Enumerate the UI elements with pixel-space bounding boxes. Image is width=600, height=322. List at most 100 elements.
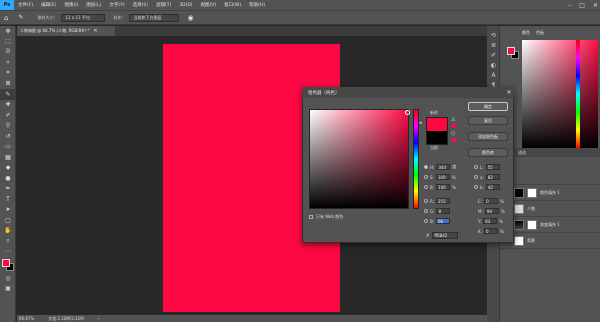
layer-row[interactable]: ◉ 颜色填充 1 [500, 186, 600, 201]
b-input[interactable]: 42 [485, 184, 500, 190]
history-brush-icon[interactable]: ↺ [0, 131, 16, 142]
menu-select[interactable]: 选择(S) [129, 2, 152, 8]
ok-button[interactable]: 确定 [468, 102, 508, 111]
dialog-close-icon[interactable]: ✕ [504, 87, 514, 98]
path-select-icon[interactable]: ➤ [0, 205, 16, 216]
color-swatches[interactable] [0, 257, 16, 273]
menu-layer[interactable]: 图层(L) [82, 2, 105, 8]
color-libraries-button[interactable]: 颜色库 [468, 148, 508, 157]
tab-channels[interactable]: 通道 [518, 150, 526, 156]
hue-radio[interactable] [424, 165, 428, 169]
brush-settings-icon[interactable]: ✐ [487, 50, 500, 60]
panel-foreground-swatch[interactable] [507, 47, 515, 55]
menu-help[interactable]: 帮助(H) [245, 2, 269, 8]
healing-brush-icon[interactable]: ✚ [0, 100, 16, 111]
black-input[interactable]: 0 [483, 228, 498, 234]
zoom-level[interactable]: 66.67% [19, 316, 34, 321]
blur-tool-icon[interactable]: ◆ [0, 163, 16, 174]
quick-mask-icon[interactable]: ◎ [0, 273, 16, 284]
brush-tool-icon[interactable]: ✐ [0, 110, 16, 121]
layer-row[interactable]: ◉ 渐变填充 1 [500, 218, 600, 233]
type-tool-icon[interactable]: T [0, 194, 16, 205]
color-field-cursor[interactable] [405, 110, 410, 115]
panel-fg-bg-swatches[interactable] [506, 46, 521, 61]
adjustments-icon[interactable]: ◐ [487, 60, 500, 70]
dodge-tool-icon[interactable]: ● [0, 173, 16, 184]
zoom-tool-icon[interactable]: ⌕ [0, 236, 16, 247]
color-panel-field[interactable] [522, 40, 598, 148]
lightness-input[interactable]: 55 [485, 164, 500, 170]
hue-input[interactable]: 344 [436, 164, 451, 170]
home-icon[interactable]: ⌂ [4, 14, 8, 22]
eyedropper-icon[interactable]: ✎ [18, 14, 23, 21]
layer-name[interactable]: 渐变填充 1 [540, 222, 560, 228]
web-colors-only[interactable]: 只有 Web 颜色 [309, 214, 343, 220]
web-colors-checkbox[interactable] [309, 215, 313, 219]
a-input[interactable]: 82 [485, 174, 500, 180]
web-safe-cube-icon[interactable]: ⬡ [451, 131, 455, 137]
green-radio[interactable] [424, 209, 428, 213]
eyedropper-tool-icon[interactable]: ✎ [0, 89, 16, 100]
hand-tool-icon[interactable]: ✋ [0, 226, 16, 237]
cyan-input[interactable]: 0 [484, 198, 499, 204]
hue-slider-arrow-icon[interactable]: ◂ [419, 120, 422, 126]
status-arrow-icon[interactable]: › [98, 316, 100, 321]
close-icon[interactable]: ✕ [593, 2, 598, 9]
saturation-radio[interactable] [424, 175, 428, 179]
history-icon[interactable]: ⟲ [487, 30, 500, 40]
gamut-correction-swatch[interactable] [452, 124, 456, 128]
menu-3d[interactable]: 3D(D) [175, 3, 196, 8]
menu-file[interactable]: 文件(F) [14, 2, 37, 8]
lightness-radio[interactable] [474, 165, 478, 169]
blue-input[interactable]: 66 [436, 218, 451, 224]
crop-tool-icon[interactable]: ⌗ [0, 68, 16, 79]
layer-name[interactable]: 人物 [527, 206, 535, 212]
add-to-swatches-button[interactable]: 添加到色板 [468, 132, 508, 141]
b-radio[interactable] [474, 185, 478, 189]
show-ring-icon[interactable]: ◉ [187, 14, 193, 22]
tab-swatches[interactable]: 色板 [536, 30, 544, 36]
out-of-gamut-warning-icon[interactable]: ⚠ [451, 117, 455, 123]
sample-select[interactable]: 当前和下方图层 [129, 13, 180, 22]
color-field[interactable] [309, 109, 409, 209]
eraser-tool-icon[interactable]: ▭ [0, 142, 16, 153]
menu-edit[interactable]: 编辑(E) [37, 2, 60, 8]
more-tools-icon[interactable]: ⋯ [0, 247, 16, 258]
screen-mode-icon[interactable]: ▣ [0, 284, 16, 295]
move-tool-icon[interactable]: ✥ [0, 26, 16, 37]
brightness-input[interactable]: 100 [436, 184, 451, 190]
saturation-input[interactable]: 100 [435, 174, 450, 180]
yellow-input[interactable]: 63 [483, 218, 498, 224]
hex-input[interactable]: ff0842 [432, 232, 459, 239]
character-icon[interactable]: A [487, 70, 500, 80]
menu-image[interactable]: 图像(I) [60, 2, 82, 8]
blue-radio[interactable] [424, 219, 428, 223]
lasso-tool-icon[interactable]: ᘐ [0, 47, 16, 58]
web-safe-swatch[interactable] [452, 138, 456, 142]
pen-tool-icon[interactable]: ✒ [0, 184, 16, 195]
menu-window[interactable]: 窗口(W) [220, 2, 245, 8]
tab-close-icon[interactable]: ✕ [93, 28, 97, 34]
menu-view[interactable]: 视图(V) [197, 2, 221, 8]
tab-color[interactable]: 颜色 [522, 30, 530, 36]
red-radio[interactable] [424, 199, 428, 203]
properties-icon[interactable]: ≣ [487, 40, 500, 50]
marquee-tool-icon[interactable]: ⬚ [0, 37, 16, 48]
layer-row[interactable]: ◉ 人物 [500, 202, 600, 217]
red-input[interactable]: 255 [436, 198, 451, 204]
a-radio[interactable] [474, 175, 478, 179]
green-input[interactable]: 8 [436, 208, 451, 214]
minimize-icon[interactable]: – [568, 2, 571, 9]
sample-size-select[interactable]: 11 x 11 平均 [61, 13, 106, 22]
menu-filter[interactable]: 滤镜(T) [152, 2, 175, 8]
foreground-color-swatch[interactable] [2, 259, 10, 267]
quick-select-tool-icon[interactable]: ✧ [0, 58, 16, 69]
clone-stamp-icon[interactable]: ⚲ [0, 121, 16, 132]
document-tab[interactable]: 人物海报 @ 66.7% (人物, RGB/8#) * ✕ [17, 26, 115, 36]
layer-name[interactable]: 颜色填充 1 [540, 190, 560, 196]
shape-tool-icon[interactable]: ▢ [0, 215, 16, 226]
color-panel-hue-slider[interactable] [576, 40, 580, 148]
brightness-radio[interactable] [424, 185, 428, 189]
maximize-icon[interactable]: □ [579, 2, 585, 9]
magenta-input[interactable]: 94 [484, 208, 499, 214]
